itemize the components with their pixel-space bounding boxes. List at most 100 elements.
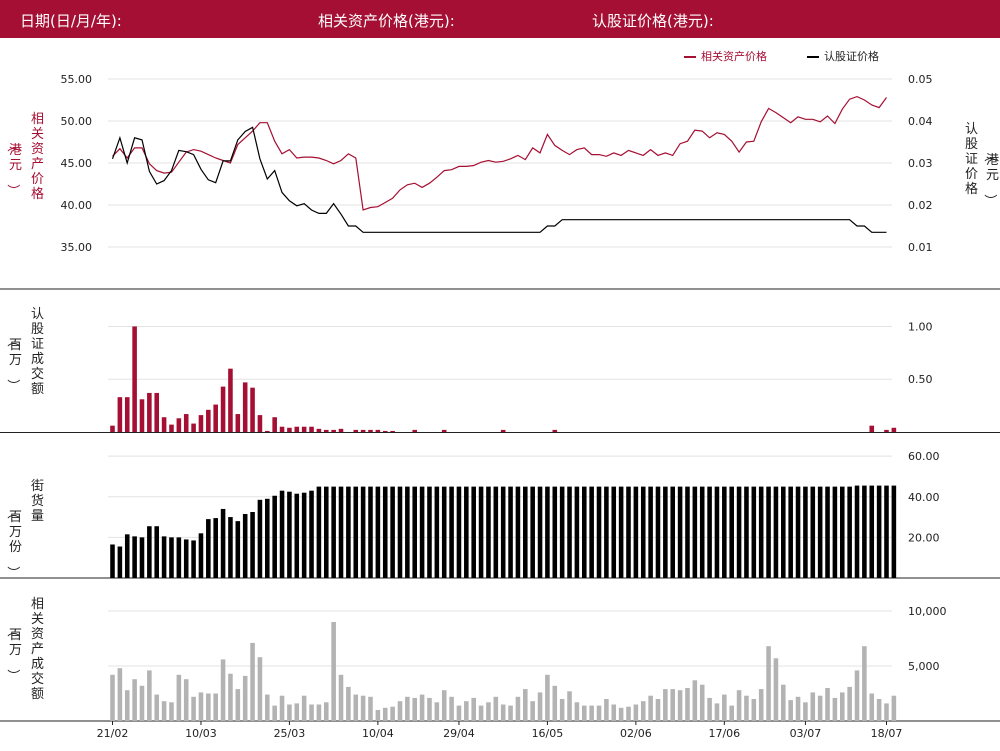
y-tick-label-left: 35.00 bbox=[61, 241, 93, 254]
outstanding-bar bbox=[891, 485, 897, 578]
outstanding-bar bbox=[213, 518, 218, 578]
outstanding-bar bbox=[360, 486, 366, 578]
asset-turnover-bar bbox=[781, 684, 786, 721]
outstanding-bar bbox=[419, 486, 425, 578]
outstanding-bar bbox=[559, 486, 565, 578]
warrant-turnover-bar bbox=[869, 425, 875, 432]
asset-turnover-bar bbox=[500, 704, 506, 721]
outstanding-bar bbox=[537, 486, 543, 578]
warrant-turnover-bar bbox=[353, 429, 359, 432]
outstanding-bar bbox=[714, 486, 720, 578]
warrant-turnover-bar bbox=[235, 414, 241, 432]
outstanding-bar bbox=[139, 537, 145, 578]
outstanding-bar bbox=[508, 486, 513, 578]
outstanding-bar bbox=[272, 495, 277, 578]
asset-turnover-bar bbox=[294, 703, 300, 721]
asset-turnover-bar bbox=[309, 704, 314, 721]
asset-turnover-bar bbox=[604, 699, 609, 721]
outstanding-bar bbox=[235, 521, 241, 578]
y-axis-title-asset-unit: （港元） bbox=[5, 139, 22, 197]
warrant-turnover-bar bbox=[500, 429, 506, 432]
outstanding-bar bbox=[176, 537, 182, 578]
x-tick-label: 25/03 bbox=[274, 727, 306, 740]
y-tick-label-right: 5,000 bbox=[908, 660, 940, 673]
legend: 相关资产价格 认股证价格 bbox=[684, 49, 879, 63]
warrant-turnover-bar bbox=[257, 415, 263, 432]
y-tick-label-left: 45.00 bbox=[61, 157, 93, 170]
asset-turnover-bar bbox=[235, 689, 241, 721]
outstanding-bar bbox=[346, 486, 351, 578]
outstanding-bar bbox=[692, 486, 698, 578]
asset-turnover-bar bbox=[117, 668, 123, 721]
outstanding-bar bbox=[655, 486, 661, 578]
asset-turnover-bar bbox=[655, 699, 661, 721]
asset-price-label: 相关资产价格(港元): bbox=[318, 12, 455, 30]
outstanding-bar bbox=[228, 517, 233, 578]
outstanding-bar bbox=[722, 486, 727, 578]
outstanding-bar bbox=[530, 486, 535, 578]
outstanding-bar bbox=[124, 534, 130, 578]
y-tick-label-right: 0.04 bbox=[908, 115, 933, 128]
outstanding-bar bbox=[405, 486, 410, 578]
outstanding-bar bbox=[596, 486, 602, 578]
asset-turnover-bar bbox=[206, 693, 211, 721]
outstanding-bar bbox=[545, 486, 550, 578]
warrant-turnover-bar bbox=[132, 326, 137, 432]
outstanding-bar bbox=[839, 486, 845, 578]
asset-turnover-bar bbox=[331, 622, 336, 721]
asset-turnover-bar bbox=[412, 697, 418, 721]
outstanding-bar bbox=[788, 486, 793, 578]
outstanding-bar bbox=[242, 514, 248, 578]
asset-turnover-bar bbox=[825, 688, 830, 721]
outstanding-bar bbox=[648, 486, 653, 578]
outstanding-bar bbox=[464, 486, 469, 578]
outstanding-bar bbox=[478, 486, 484, 578]
asset-turnover-bar bbox=[382, 707, 388, 721]
asset-turnover-bar bbox=[891, 695, 897, 721]
asset-turnover-bar bbox=[147, 670, 152, 721]
outstanding-bar bbox=[685, 486, 690, 578]
warrant-turnover-bar bbox=[287, 427, 292, 432]
asset-turnover-bar bbox=[198, 692, 204, 721]
outstanding-bar bbox=[633, 486, 639, 578]
asset-turnover-bar bbox=[567, 691, 572, 721]
outstanding-bar bbox=[368, 486, 373, 578]
asset-turnover-bar bbox=[191, 696, 196, 721]
outstanding-bar bbox=[486, 486, 491, 578]
outstanding-bar bbox=[744, 486, 749, 578]
asset-turnover-bar bbox=[574, 702, 580, 721]
asset-turnover-bar bbox=[876, 699, 882, 721]
asset-turnover-bar bbox=[449, 696, 454, 721]
y-tick-label-right: 0.03 bbox=[908, 157, 933, 170]
asset-turnover-bar bbox=[618, 707, 624, 721]
outstanding-bar bbox=[316, 486, 322, 578]
asset-turnover-bar bbox=[854, 670, 860, 721]
warrant-turnover-bar bbox=[338, 428, 344, 432]
asset-turnover-bar bbox=[839, 692, 845, 721]
warrant-turnover-bar bbox=[147, 392, 152, 432]
y-tick-label-left: 40.00 bbox=[61, 199, 93, 212]
outstanding-bar bbox=[795, 486, 801, 578]
warrant-turnover-bar bbox=[301, 426, 307, 432]
asset-turnover-bar bbox=[847, 686, 852, 721]
outstanding-bar bbox=[832, 486, 838, 578]
asset-turnover-bar bbox=[220, 659, 226, 721]
asset-turnover-bar bbox=[478, 705, 484, 721]
asset-turnover-bar bbox=[832, 697, 838, 721]
warrant-turnover-bar bbox=[441, 429, 447, 432]
asset-turnover-bar bbox=[692, 680, 698, 721]
warrant-turnover-bar bbox=[884, 429, 889, 432]
warrant-turnover-bar bbox=[368, 429, 373, 432]
asset-turnover-bar bbox=[390, 706, 395, 721]
x-tick-label: 16/05 bbox=[532, 727, 564, 740]
x-tick-label: 10/04 bbox=[362, 727, 394, 740]
y-tick-label-right: 0.02 bbox=[908, 199, 933, 212]
outstanding-bar bbox=[663, 486, 668, 578]
asset-turnover-bar bbox=[397, 701, 403, 721]
asset-turnover-bar bbox=[722, 694, 727, 721]
asset-turnover-bar bbox=[537, 692, 543, 721]
asset-turnover-bar bbox=[434, 702, 440, 721]
asset-turnover-bar bbox=[486, 702, 491, 721]
asset-turnover-bar bbox=[242, 675, 248, 721]
asset-turnover-bar bbox=[272, 705, 277, 721]
